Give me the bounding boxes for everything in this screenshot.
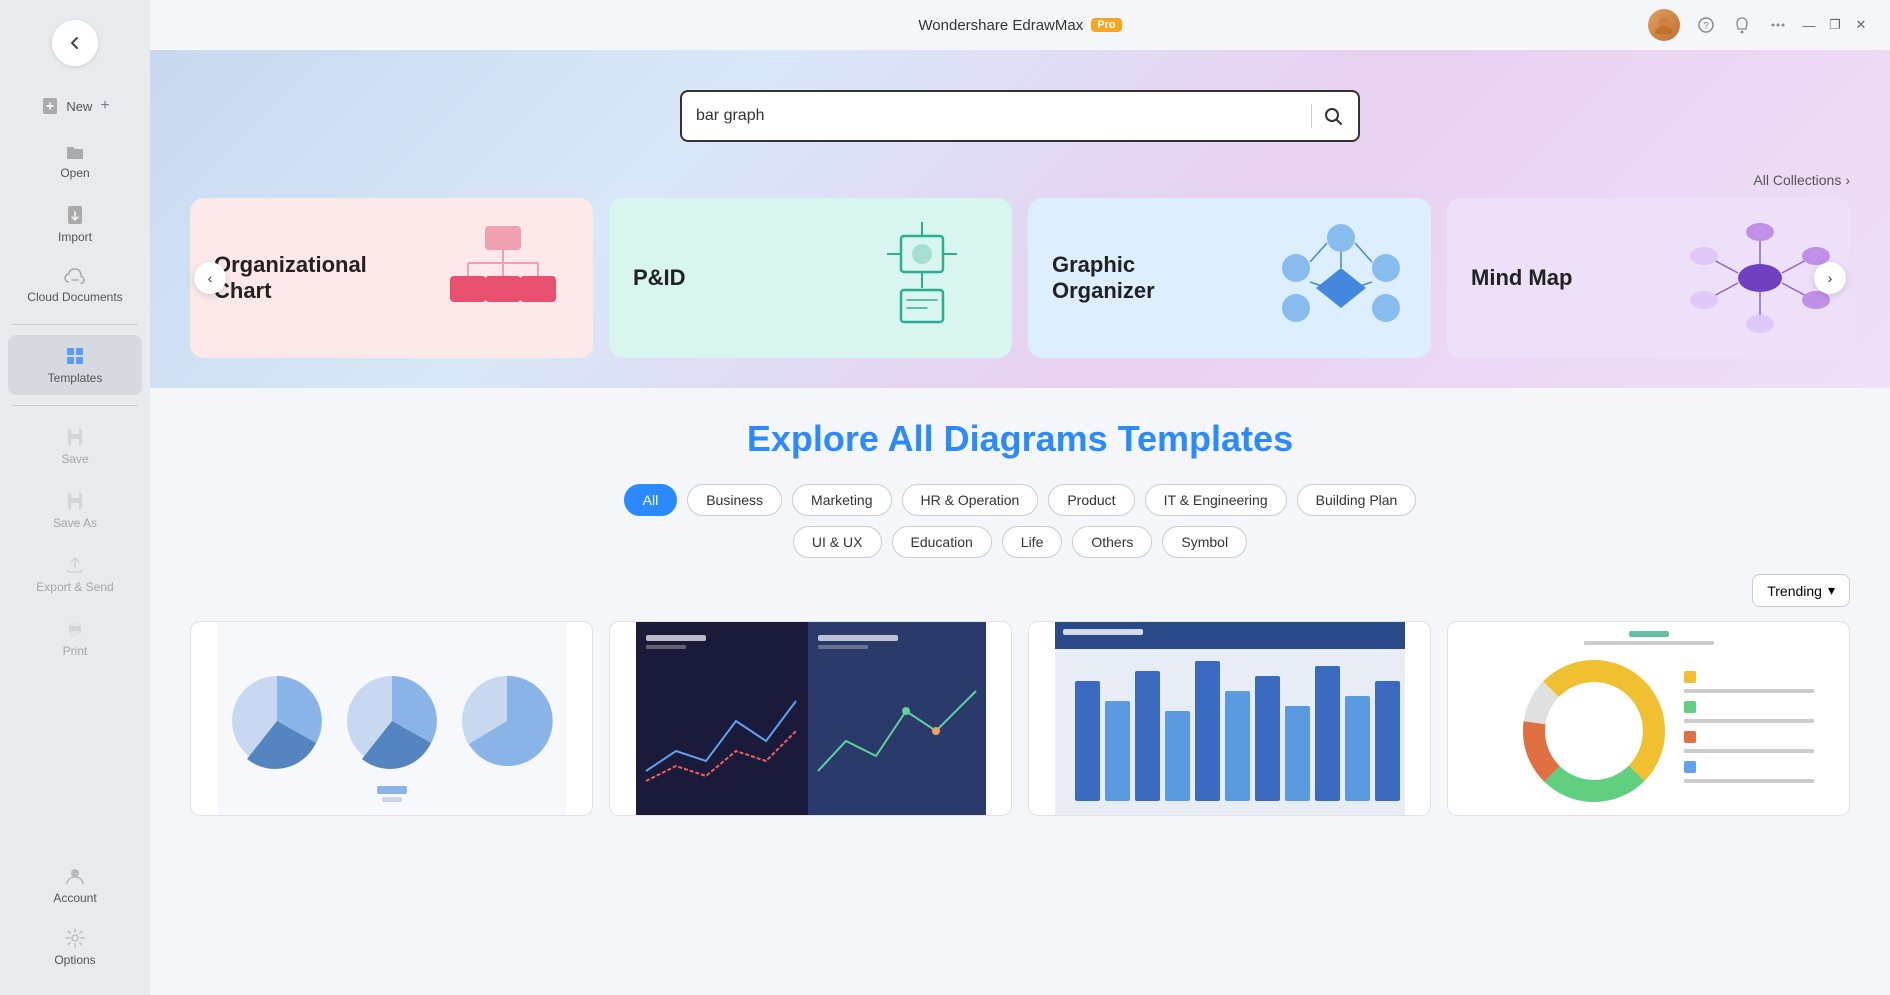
pid-title: P&ID: [633, 265, 686, 291]
hero-section: All Collections › ‹ Organizational Chart: [150, 50, 1890, 388]
org-chart-illustration: [433, 213, 573, 343]
filter-ui-ux[interactable]: UI & UX: [793, 526, 882, 558]
cards-carousel: ‹ Organizational Chart: [190, 198, 1850, 358]
topbar-icon-3[interactable]: [1764, 11, 1792, 39]
search-input[interactable]: [696, 107, 1301, 125]
template-thumb-line-graph[interactable]: [609, 621, 1012, 816]
explore-section: Explore All Diagrams Templates All Busin…: [150, 388, 1890, 836]
sidebar-item-export[interactable]: Export & Send: [8, 544, 142, 604]
search-bar: [680, 90, 1360, 142]
close-button[interactable]: ✕: [1852, 16, 1870, 34]
carousel-next-button[interactable]: ›: [1814, 262, 1846, 294]
filter-education[interactable]: Education: [892, 526, 992, 558]
sidebar-item-open[interactable]: Open: [8, 130, 142, 190]
topbar-icon-2[interactable]: [1728, 11, 1756, 39]
sidebar-divider-2: [12, 405, 138, 406]
sidebar-item-saveas[interactable]: Save As: [8, 480, 142, 540]
filter-product[interactable]: Product: [1048, 484, 1134, 516]
sidebar-item-cloud[interactable]: Cloud Documents: [8, 258, 142, 314]
cards-wrapper: All Collections › ‹ Organizational Chart: [150, 172, 1890, 358]
sidebar: New + Open Import Cloud Documents Templa…: [0, 0, 150, 995]
template-card-graphic-organizer[interactable]: Graphic Organizer: [1028, 198, 1431, 358]
mind-map-illustration: [1690, 213, 1830, 343]
sidebar-templates-label: Templates: [48, 371, 103, 385]
template-card-mind-map[interactable]: Mind Map: [1447, 198, 1850, 358]
filter-row-1: All Business Marketing HR & Operation Pr…: [190, 484, 1850, 516]
filter-marketing[interactable]: Marketing: [792, 484, 891, 516]
template-card-org-chart[interactable]: Organizational Chart: [190, 198, 593, 358]
template-cards-row: Organizational Chart: [190, 198, 1850, 358]
collections-arrow: ›: [1845, 172, 1850, 188]
main-content: Wondershare EdrawMax Pro ? —: [150, 0, 1890, 995]
org-chart-title: Organizational Chart: [214, 252, 354, 305]
sidebar-saveas-label: Save As: [53, 516, 97, 530]
sidebar-divider-1: [12, 324, 138, 325]
topbar-icon-1[interactable]: ?: [1692, 11, 1720, 39]
graphic-organizer-illustration: [1271, 213, 1411, 343]
pro-badge: Pro: [1091, 18, 1121, 32]
sidebar-item-options[interactable]: Options: [8, 917, 142, 977]
graphic-organizer-title: Graphic Organizer: [1052, 252, 1192, 305]
template-thumb-column-graph[interactable]: [1028, 621, 1431, 816]
sidebar-new-label: New: [66, 99, 92, 114]
filter-building-plan[interactable]: Building Plan: [1297, 484, 1417, 516]
sidebar-item-save[interactable]: Save: [8, 416, 142, 476]
filter-life[interactable]: Life: [1002, 526, 1063, 558]
sidebar-open-label: Open: [60, 166, 89, 180]
sidebar-item-print[interactable]: Print: [8, 608, 142, 668]
filter-all[interactable]: All: [624, 484, 678, 516]
user-avatar[interactable]: [1648, 9, 1680, 41]
sidebar-options-label: Options: [54, 953, 95, 967]
explore-title: Explore All Diagrams Templates: [190, 418, 1850, 460]
mind-map-title: Mind Map: [1471, 265, 1572, 291]
sidebar-print-label: Print: [63, 644, 88, 658]
new-plus-icon: +: [100, 97, 109, 115]
sidebar-item-account[interactable]: Account: [8, 855, 142, 915]
filter-others[interactable]: Others: [1072, 526, 1152, 558]
trending-label: Trending: [1767, 583, 1822, 599]
template-thumb-doughnut-chart[interactable]: [1447, 621, 1850, 816]
search-button[interactable]: [1322, 105, 1344, 127]
filter-hr-operation[interactable]: HR & Operation: [902, 484, 1039, 516]
maximize-button[interactable]: ❐: [1826, 16, 1844, 34]
search-divider: [1311, 104, 1312, 128]
sort-row: Trending ▾: [190, 574, 1850, 607]
trending-arrow-icon: ▾: [1828, 582, 1835, 599]
filter-row-2: UI & UX Education Life Others Symbol: [190, 526, 1850, 558]
sidebar-cloud-label: Cloud Documents: [27, 290, 122, 304]
pid-illustration: [852, 213, 992, 343]
all-collections-link[interactable]: All Collections ›: [1753, 172, 1850, 188]
sidebar-item-templates[interactable]: Templates: [8, 335, 142, 395]
template-grid: [190, 621, 1850, 816]
topbar-actions: ? — ❐ ✕: [1648, 0, 1870, 50]
back-button[interactable]: [52, 20, 98, 66]
svg-text:?: ?: [1703, 21, 1709, 32]
app-title: Wondershare EdrawMax: [918, 17, 1083, 34]
filter-symbol[interactable]: Symbol: [1162, 526, 1247, 558]
window-controls: ? — ❐ ✕: [1692, 11, 1870, 39]
sidebar-item-import[interactable]: Import: [8, 194, 142, 254]
sidebar-item-new[interactable]: New +: [8, 86, 142, 126]
topbar: Wondershare EdrawMax Pro ? —: [150, 0, 1890, 50]
sidebar-save-label: Save: [61, 452, 88, 466]
cards-header: All Collections ›: [190, 172, 1850, 188]
sidebar-bottom: Account Options: [0, 853, 150, 995]
filter-business[interactable]: Business: [687, 484, 782, 516]
sidebar-account-label: Account: [53, 891, 96, 905]
trending-dropdown[interactable]: Trending ▾: [1752, 574, 1850, 607]
app-title-area: Wondershare EdrawMax Pro: [918, 17, 1121, 34]
minimize-button[interactable]: —: [1800, 16, 1818, 34]
carousel-prev-button[interactable]: ‹: [194, 262, 226, 294]
template-thumb-pie-charts[interactable]: [190, 621, 593, 816]
sidebar-import-label: Import: [58, 230, 92, 244]
filter-it-engineering[interactable]: IT & Engineering: [1145, 484, 1287, 516]
sidebar-export-label: Export & Send: [36, 580, 113, 594]
template-card-pid[interactable]: P&ID: [609, 198, 1012, 358]
